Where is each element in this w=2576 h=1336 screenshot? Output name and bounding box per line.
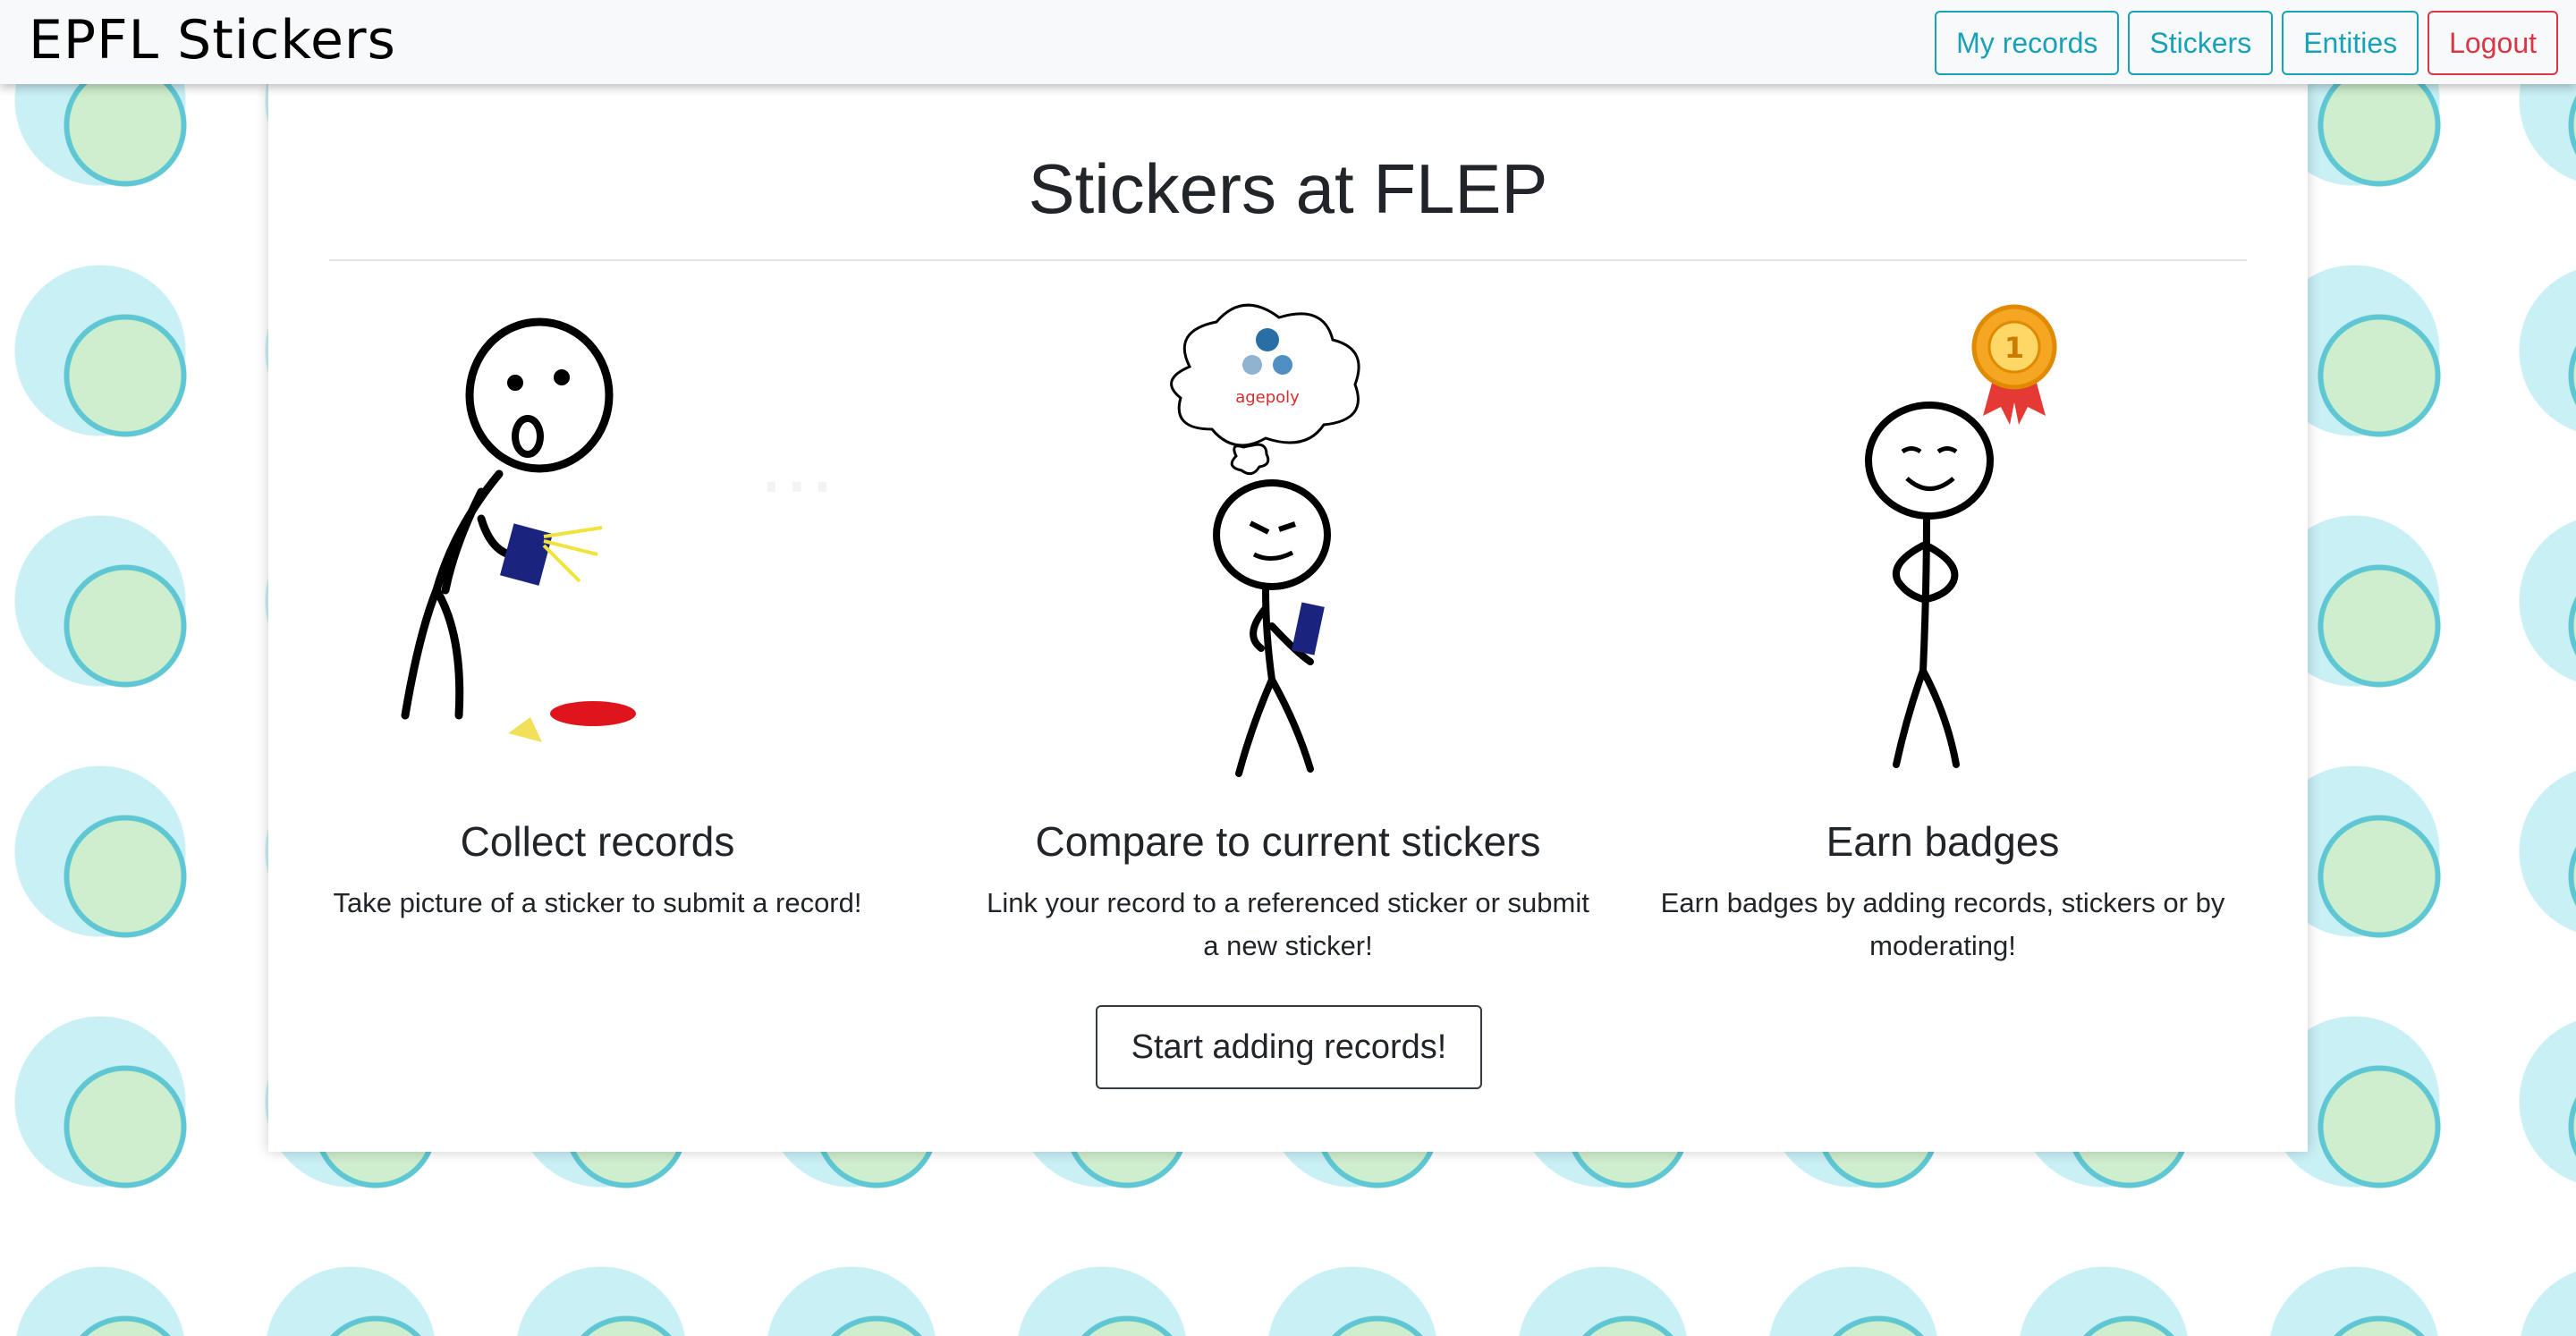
stickman-badge-icon: 1 [1865, 304, 2057, 768]
brand-logo[interactable]: EPFL Stickers [29, 9, 396, 72]
stickman-collecting-icon: ... [401, 317, 835, 742]
divider [329, 259, 2247, 261]
agepoly-logo-text: agepoly [1235, 388, 1300, 407]
main-card: Stickers at FLEP ... Collect records Tak… [268, 84, 2308, 1152]
feature-text: Link your record to a referenced sticker… [987, 887, 1589, 961]
start-adding-records-button[interactable]: Start adding records! [1096, 1005, 1482, 1089]
stickman-thinking-icon: agepoly [1170, 303, 1360, 777]
feature-collect: ... Collect records Take picture of a st… [268, 295, 927, 925]
nav-buttons: My records Stickers Entities Logout [1935, 11, 2558, 75]
feature-heading: Collect records [460, 818, 735, 865]
feature-badges: 1 Earn badges Earn badges by adding reco… [1614, 295, 2272, 968]
feature-text: Earn badges by adding records, stickers … [1660, 887, 2225, 961]
feature-text: Take picture of a sticker to submit a re… [333, 887, 862, 918]
logout-button[interactable]: Logout [2428, 11, 2558, 75]
entities-button[interactable]: Entities [2282, 11, 2419, 75]
feature-heading: Compare to current stickers [1035, 818, 1541, 865]
stickers-button[interactable]: Stickers [2128, 11, 2274, 75]
navbar: EPFL Stickers My records Stickers Entiti… [0, 0, 2576, 84]
page-title: Stickers at FLEP [1028, 149, 1548, 228]
badge-number: 1 [2004, 331, 2024, 365]
my-records-button[interactable]: My records [1935, 11, 2120, 75]
feature-heading: Earn badges [1826, 818, 2060, 865]
feature-compare: agepoly Compare to current stickers Link… [959, 295, 1617, 968]
svg-text:...: ... [758, 418, 835, 512]
